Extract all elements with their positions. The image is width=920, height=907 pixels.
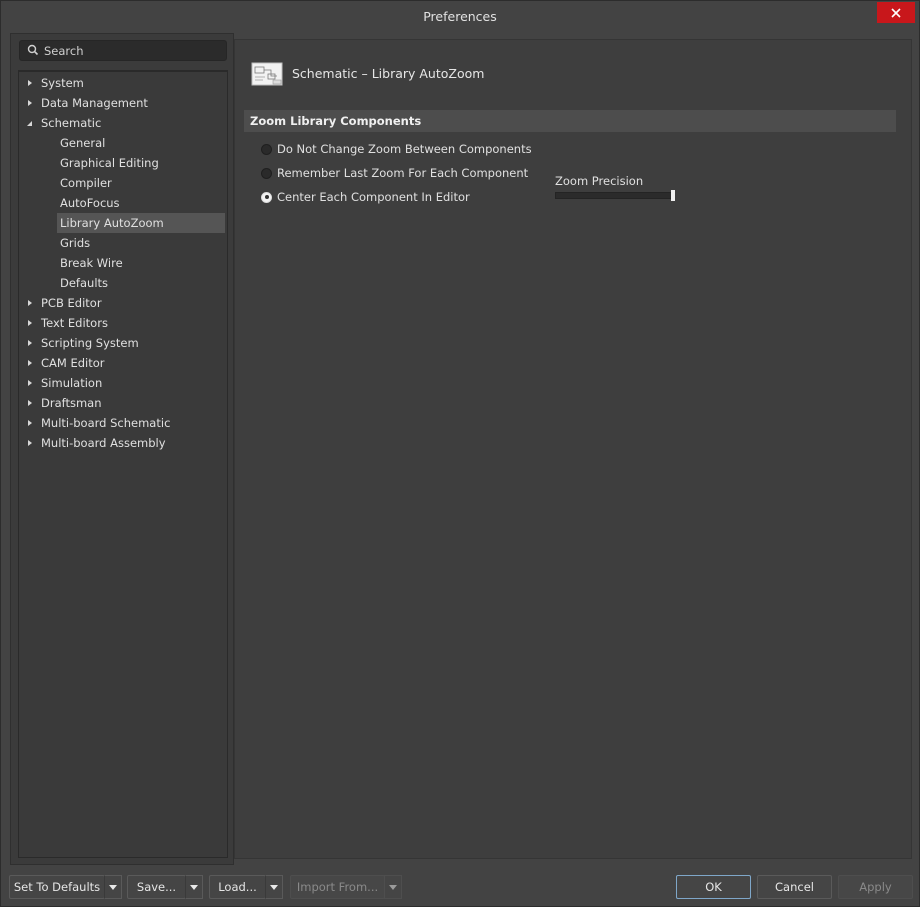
tree-item-label: Scripting System: [41, 336, 139, 350]
radio-button[interactable]: [261, 143, 272, 155]
radio-label: Remember Last Zoom For Each Component: [277, 166, 529, 180]
tree-item-multi-board-assembly[interactable]: Multi-board Assembly: [19, 433, 225, 453]
tree-item-label: Simulation: [41, 376, 103, 390]
dialog-button-bar: Set To Defaults Save... Load... Import F…: [1, 867, 919, 907]
chevron-down-icon: [389, 884, 397, 890]
tree-item-label: General: [60, 136, 106, 150]
tree-item-label: Break Wire: [60, 256, 123, 270]
tree-item-label: Graphical Editing: [60, 156, 159, 170]
zoom-precision-label: Zoom Precision: [555, 174, 644, 188]
chevron-down-icon: [270, 884, 278, 890]
tree-item-autofocus[interactable]: AutoFocus: [19, 193, 225, 213]
expand-arrow-icon[interactable]: [26, 333, 34, 353]
tree-item-cam-editor[interactable]: CAM Editor: [19, 353, 225, 373]
tree-item-label: CAM Editor: [41, 356, 105, 370]
navigation-panel: Search System Data Management Schematic …: [10, 33, 234, 865]
title-bar[interactable]: Preferences: [1, 1, 919, 31]
tree-item-label: Draftsman: [41, 396, 102, 410]
tree-item-label: Compiler: [60, 176, 112, 190]
expand-arrow-icon[interactable]: [26, 413, 34, 433]
expand-arrow-icon[interactable]: [26, 393, 34, 413]
search-input[interactable]: Search: [19, 40, 227, 61]
tree-item-graphical-editing[interactable]: Graphical Editing: [19, 153, 225, 173]
tree-item-label: Multi-board Schematic: [41, 416, 171, 430]
expand-arrow-icon[interactable]: [26, 73, 34, 93]
expand-arrow-icon[interactable]: [26, 293, 34, 313]
expand-arrow-icon[interactable]: [26, 313, 34, 333]
apply-button[interactable]: Apply: [838, 875, 913, 899]
tree-item-label: Schematic: [41, 116, 102, 130]
chevron-down-icon: [109, 884, 117, 890]
settings-panel: Schematic – Library AutoZoom Zoom Librar…: [234, 39, 912, 859]
radio-label: Do Not Change Zoom Between Components: [277, 142, 532, 156]
tree-item-general[interactable]: General: [19, 133, 225, 153]
zoom-precision-slider[interactable]: [555, 192, 673, 199]
tree-item-label: Defaults: [60, 276, 109, 290]
tree-item-multi-board-schematic[interactable]: Multi-board Schematic: [19, 413, 225, 433]
preferences-tree: System Data Management Schematic General…: [18, 70, 228, 858]
tree-item-label: PCB Editor: [41, 296, 102, 310]
search-placeholder: Search: [44, 44, 84, 58]
window-title: Preferences: [423, 9, 497, 24]
import-from-button[interactable]: Import From...: [290, 875, 385, 899]
radio-button[interactable]: [261, 167, 272, 179]
tree-item-compiler[interactable]: Compiler: [19, 173, 225, 193]
radio-remember-last-zoom[interactable]: Remember Last Zoom For Each Component: [261, 164, 528, 182]
radio-button-selected[interactable]: [261, 191, 272, 203]
set-to-defaults-button[interactable]: Set To Defaults: [9, 875, 105, 899]
set-to-defaults-dropdown[interactable]: [104, 875, 122, 899]
close-button[interactable]: [877, 2, 915, 23]
tree-item-label: System: [41, 76, 84, 90]
zoom-precision-slider-thumb[interactable]: [671, 190, 675, 201]
load-dropdown[interactable]: [265, 875, 283, 899]
radio-do-not-change-zoom[interactable]: Do Not Change Zoom Between Components: [261, 140, 532, 158]
page-title: Schematic – Library AutoZoom: [292, 66, 485, 81]
tree-item-pcb-editor[interactable]: PCB Editor: [19, 293, 225, 313]
tree-item-text-editors[interactable]: Text Editors: [19, 313, 225, 333]
tree-item-draftsman[interactable]: Draftsman: [19, 393, 225, 413]
radio-center-each-component[interactable]: Center Each Component In Editor: [261, 188, 470, 206]
tree-item-schematic[interactable]: Schematic: [19, 113, 225, 133]
tree-item-label: Multi-board Assembly: [41, 436, 166, 450]
tree-item-label: Text Editors: [41, 316, 108, 330]
tree-item-library-autozoom[interactable]: Library AutoZoom: [57, 213, 225, 233]
load-button[interactable]: Load...: [209, 875, 266, 899]
section-header: Zoom Library Components: [244, 110, 896, 132]
collapse-arrow-icon[interactable]: [26, 113, 34, 133]
save-dropdown[interactable]: [185, 875, 203, 899]
search-icon: [27, 44, 39, 56]
expand-arrow-icon[interactable]: [26, 93, 34, 113]
radio-label: Center Each Component In Editor: [277, 190, 470, 204]
tree-item-grids[interactable]: Grids: [19, 233, 225, 253]
chevron-down-icon: [190, 884, 198, 890]
tree-item-data-management[interactable]: Data Management: [19, 93, 225, 113]
tree-item-label: Data Management: [41, 96, 148, 110]
tree-item-defaults[interactable]: Defaults: [19, 273, 225, 293]
save-button[interactable]: Save...: [127, 875, 186, 899]
expand-arrow-icon[interactable]: [26, 353, 34, 373]
tree-item-simulation[interactable]: Simulation: [19, 373, 225, 393]
preferences-window: Preferences Search System Data Managemen…: [0, 0, 920, 907]
expand-arrow-icon[interactable]: [26, 433, 34, 453]
ok-button[interactable]: OK: [676, 875, 751, 899]
tree-item-label: AutoFocus: [60, 196, 120, 210]
tree-item-label: Grids: [60, 236, 91, 250]
tree-item-break-wire[interactable]: Break Wire: [19, 253, 225, 273]
tree-item-system[interactable]: System: [19, 73, 225, 93]
tree-item-scripting-system[interactable]: Scripting System: [19, 333, 225, 353]
schematic-sheet-icon: [251, 62, 283, 86]
tree-item-label: Library AutoZoom: [60, 216, 164, 230]
close-icon: [891, 7, 901, 18]
import-from-dropdown[interactable]: [384, 875, 402, 899]
expand-arrow-icon[interactable]: [26, 373, 34, 393]
cancel-button[interactable]: Cancel: [757, 875, 832, 899]
